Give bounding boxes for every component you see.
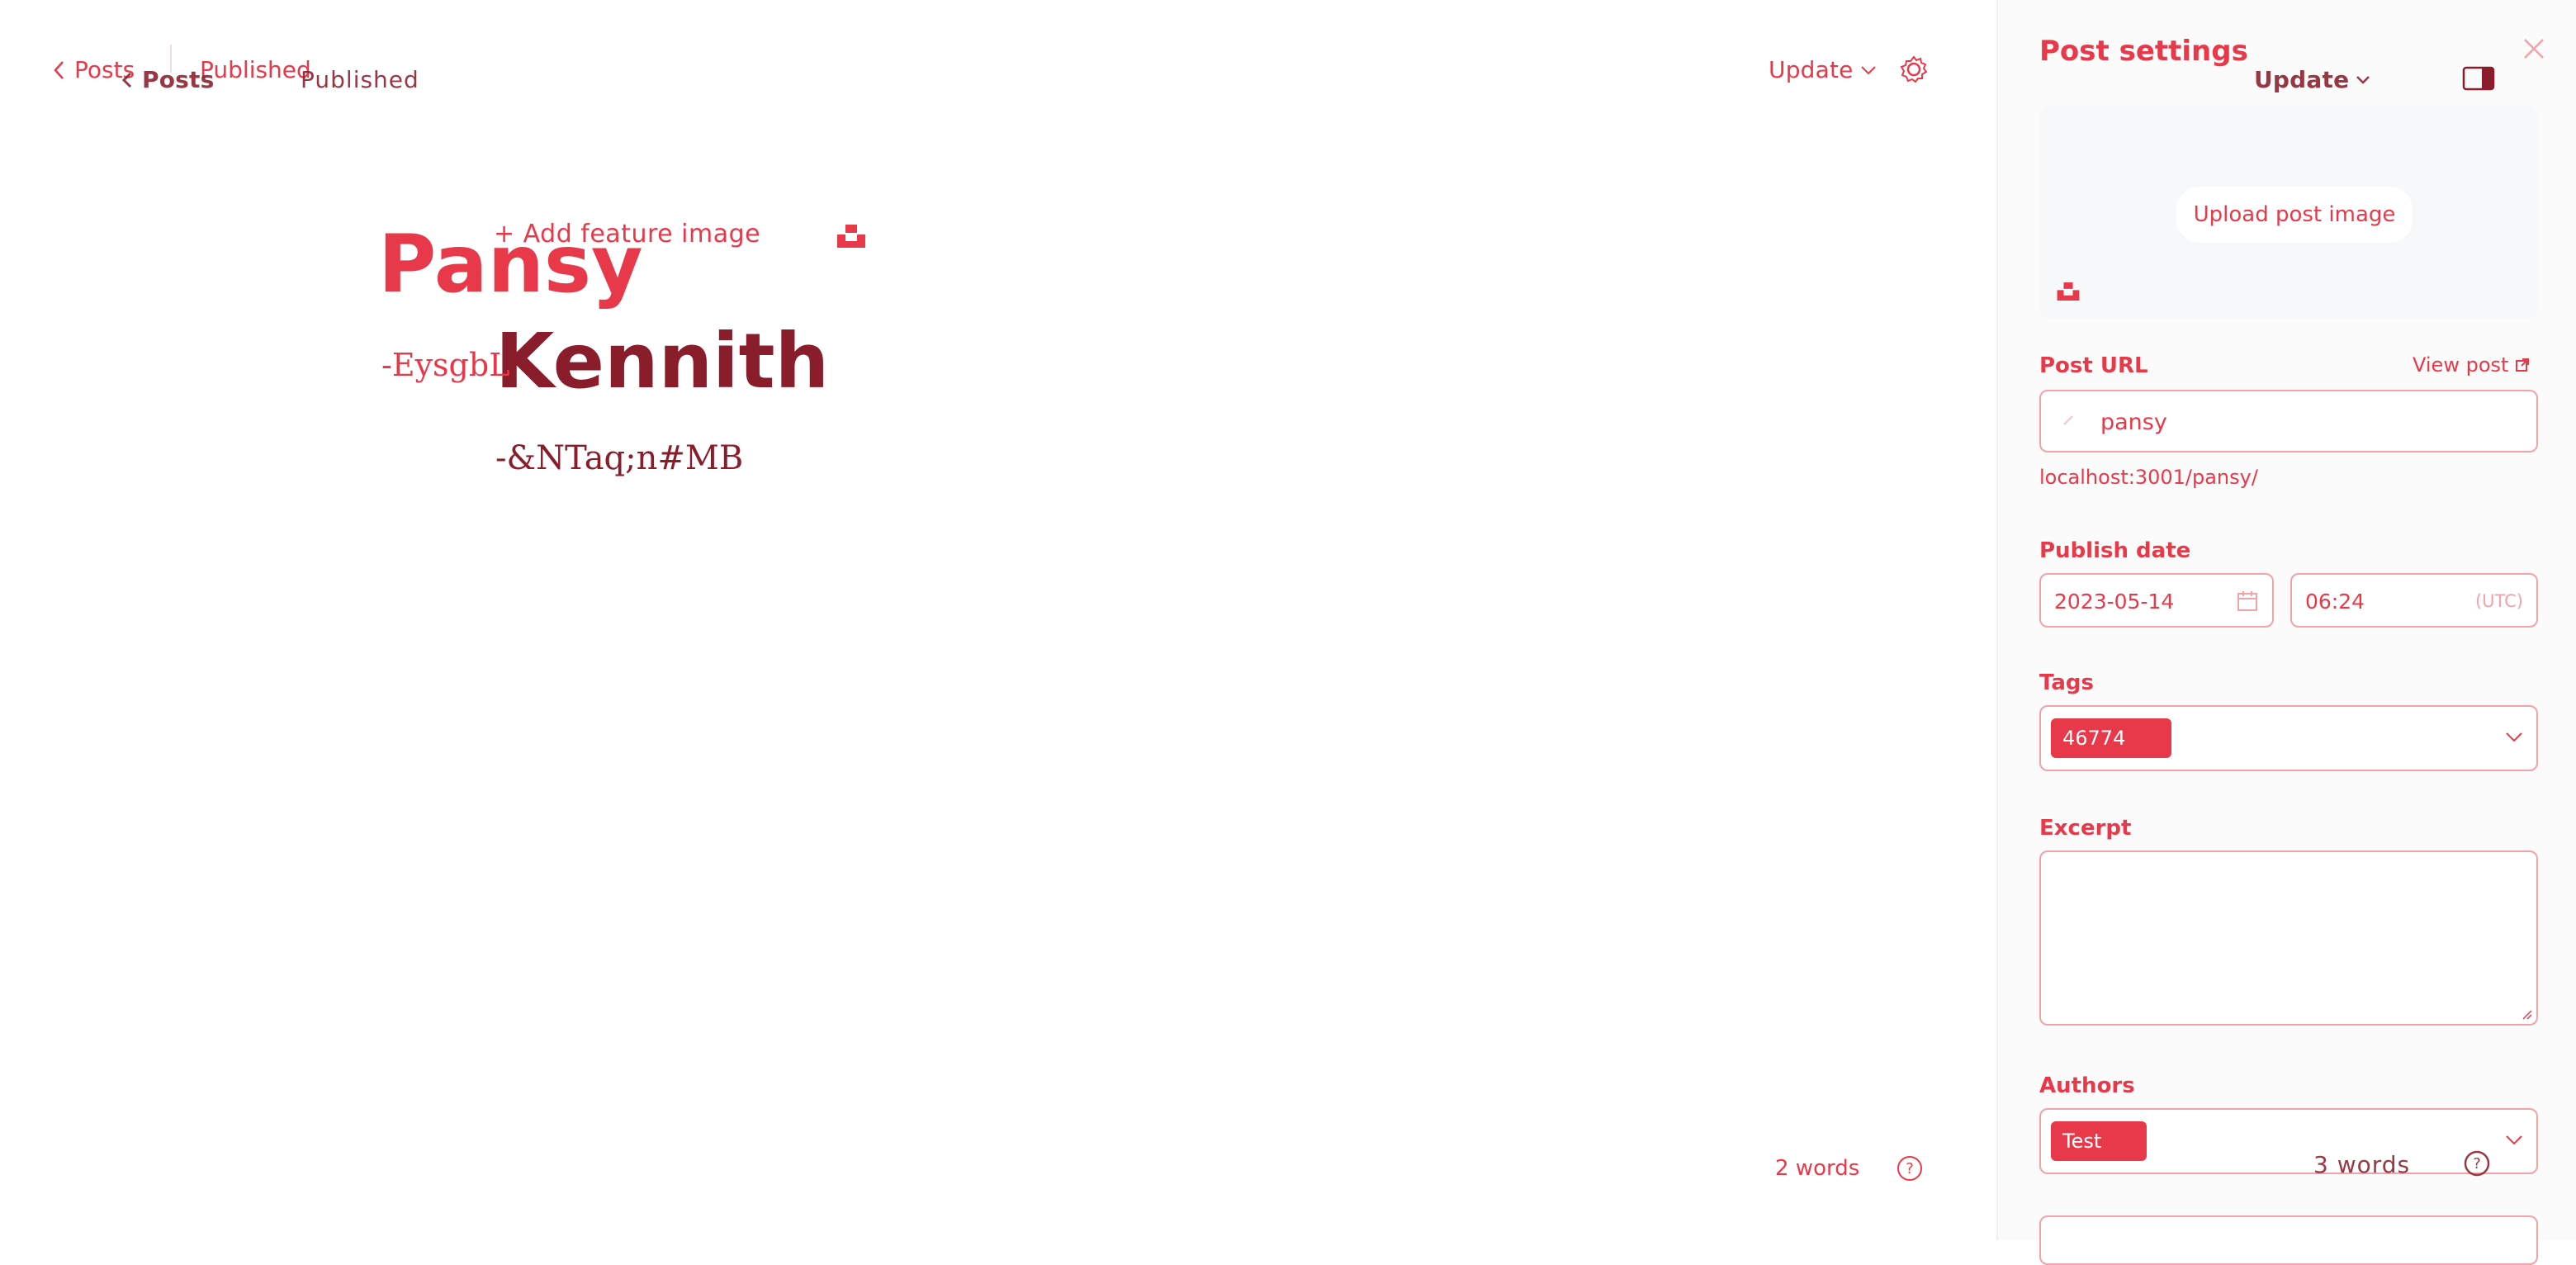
svg-text:?: ?: [1906, 1160, 1914, 1177]
excerpt-label: Excerpt: [2039, 816, 2132, 841]
view-post-link[interactable]: View post: [2413, 353, 2530, 377]
publish-date-field[interactable]: 2023-05-14: [2039, 573, 2274, 628]
update-label: Update: [1769, 56, 1854, 83]
ghost-word-count: 3 words: [2313, 1151, 2411, 1178]
ghost-back-link: Posts: [121, 66, 214, 93]
post-subtitle-2[interactable]: -&NTaq;n#MB: [495, 439, 743, 477]
post-url-field[interactable]: pansy: [2039, 390, 2538, 452]
tags-field[interactable]: 46774: [2039, 705, 2538, 771]
help-icon[interactable]: ?: [1896, 1154, 1924, 1182]
external-link-icon: [2515, 358, 2530, 372]
ghost-help-icon: ?: [2460, 1149, 2493, 1177]
tag-chip[interactable]: 46774: [2051, 718, 2171, 758]
publish-time-input[interactable]: 06:24: [2305, 590, 2365, 614]
unsplash-icon-panel[interactable]: [2056, 281, 2081, 302]
next-section-field[interactable]: [2039, 1215, 2538, 1265]
chevron-down-icon: [1860, 64, 1877, 76]
sidebar-toggle-icon[interactable]: [2462, 66, 2495, 91]
timezone-value: UTC: [2482, 591, 2517, 611]
calendar-icon[interactable]: [2236, 590, 2259, 613]
chevron-left-icon-ghost: [121, 71, 134, 89]
publish-date-input[interactable]: 2023-05-14: [2054, 590, 2174, 614]
post-title-line-2[interactable]: Kennith: [495, 324, 829, 400]
ghost-update-button: Update: [2254, 66, 2370, 93]
post-url-input[interactable]: pansy: [2100, 410, 2167, 435]
view-post-label: View post: [2413, 353, 2509, 377]
settings-gear-icon[interactable]: [1899, 54, 1929, 84]
timezone-label: (UTC): [2474, 591, 2523, 611]
excerpt-textarea[interactable]: [2039, 850, 2538, 1026]
post-subtitle-1[interactable]: -EysgbL: [381, 347, 509, 383]
word-count: 2 words: [1775, 1156, 1860, 1181]
tag-chip-label: 46774: [2062, 727, 2126, 750]
ghost-status-label: Published: [301, 66, 419, 93]
chevron-down-icon-ghost: [2356, 75, 2370, 85]
publish-date-label: Publish date: [2039, 538, 2191, 563]
chevron-left-icon: [51, 59, 66, 81]
resize-handle-icon[interactable]: [2522, 1009, 2533, 1021]
upload-post-image-label: Upload post image: [2193, 202, 2396, 227]
post-title-line-1[interactable]: Pansy: [378, 225, 643, 304]
chevron-down-icon-authors[interactable]: [2505, 1135, 2523, 1146]
ghost-update-label: Update: [2254, 66, 2350, 93]
authors-label: Authors: [2039, 1073, 2135, 1098]
author-chip[interactable]: Test: [2051, 1121, 2147, 1161]
chevron-down-icon-tags[interactable]: [2505, 732, 2523, 743]
post-status-label: Published: [200, 56, 311, 83]
author-chip-label: Test: [2062, 1130, 2102, 1153]
unsplash-icon[interactable]: [836, 223, 867, 249]
post-url-full: localhost:3001/pansy/: [2039, 466, 2258, 489]
ghost-back-label: Posts: [142, 66, 215, 93]
publish-time-field[interactable]: 06:24 (UTC): [2290, 573, 2538, 628]
close-icon[interactable]: [2522, 36, 2546, 61]
upload-post-image-button[interactable]: Upload post image: [2176, 187, 2413, 243]
post-settings-panel: Post settings Update Upload post image P…: [1996, 0, 2576, 1265]
link-icon: [2059, 411, 2077, 429]
tags-label: Tags: [2039, 670, 2095, 695]
svg-text:?: ?: [2473, 1155, 2481, 1173]
panel-title: Post settings: [2039, 35, 2248, 68]
update-button[interactable]: Update: [1769, 56, 1877, 83]
post-url-label: Post URL: [2039, 353, 2148, 378]
